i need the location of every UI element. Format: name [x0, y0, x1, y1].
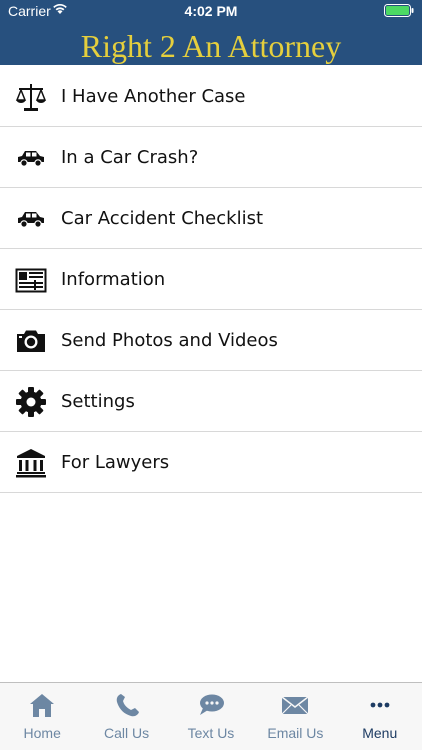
status-time: 4:02 PM — [184, 3, 238, 19]
gear-icon — [15, 386, 47, 418]
menu-item-label: For Lawyers — [61, 452, 170, 473]
courthouse-icon — [15, 447, 47, 479]
tab-label: Call Us — [104, 725, 150, 741]
car-icon — [15, 203, 47, 235]
menu-item-send-photos[interactable]: Send Photos and Videos — [0, 310, 422, 371]
menu-item-label: In a Car Crash? — [61, 147, 199, 168]
app-title: Right 2 An Attorney — [80, 28, 342, 64]
app-header: Carrier 4:02 PM Right 2 An Attorney — [0, 0, 422, 65]
envelope-icon — [281, 696, 309, 715]
tab-label: Home — [23, 725, 61, 741]
tab-text-us[interactable]: Text Us — [169, 683, 253, 750]
phone-icon — [116, 694, 139, 717]
menu-item-label: Car Accident Checklist — [61, 208, 264, 229]
menu-item-checklist[interactable]: Car Accident Checklist — [0, 188, 422, 249]
newspaper-icon — [15, 264, 47, 296]
tab-call-us[interactable]: Call Us — [84, 683, 168, 750]
tab-home[interactable]: Home — [0, 683, 84, 750]
menu-item-label: Send Photos and Videos — [61, 330, 278, 351]
tab-email-us[interactable]: Email Us — [253, 683, 337, 750]
tab-label: Email Us — [267, 725, 324, 741]
tab-menu[interactable]: Menu — [338, 683, 422, 750]
tab-label: Text Us — [187, 725, 235, 741]
car-icon — [15, 142, 47, 174]
menu-item-label: Information — [61, 269, 166, 290]
tab-label: Menu — [362, 725, 398, 741]
menu-item-car-crash[interactable]: In a Car Crash? — [0, 127, 422, 188]
menu-item-settings[interactable]: Settings — [0, 371, 422, 432]
menu-item-another-case[interactable]: I Have Another Case — [0, 66, 422, 127]
status-bar: Carrier 4:02 PM — [0, 0, 422, 22]
menu-item-for-lawyers[interactable]: For Lawyers — [0, 432, 422, 493]
tab-bar: Home Call Us Text Us Email Us Menu — [0, 682, 422, 750]
menu-item-information[interactable]: Information — [0, 249, 422, 310]
chat-icon — [199, 694, 224, 715]
menu-item-label: I Have Another Case — [61, 86, 246, 107]
scales-icon — [15, 81, 47, 113]
battery-icon — [384, 4, 414, 17]
more-icon — [370, 702, 390, 708]
home-icon — [30, 694, 55, 717]
menu-list: I Have Another Case In a Car Crash? Car — [0, 66, 422, 493]
camera-icon — [15, 325, 47, 357]
menu-item-label: Settings — [61, 391, 135, 412]
